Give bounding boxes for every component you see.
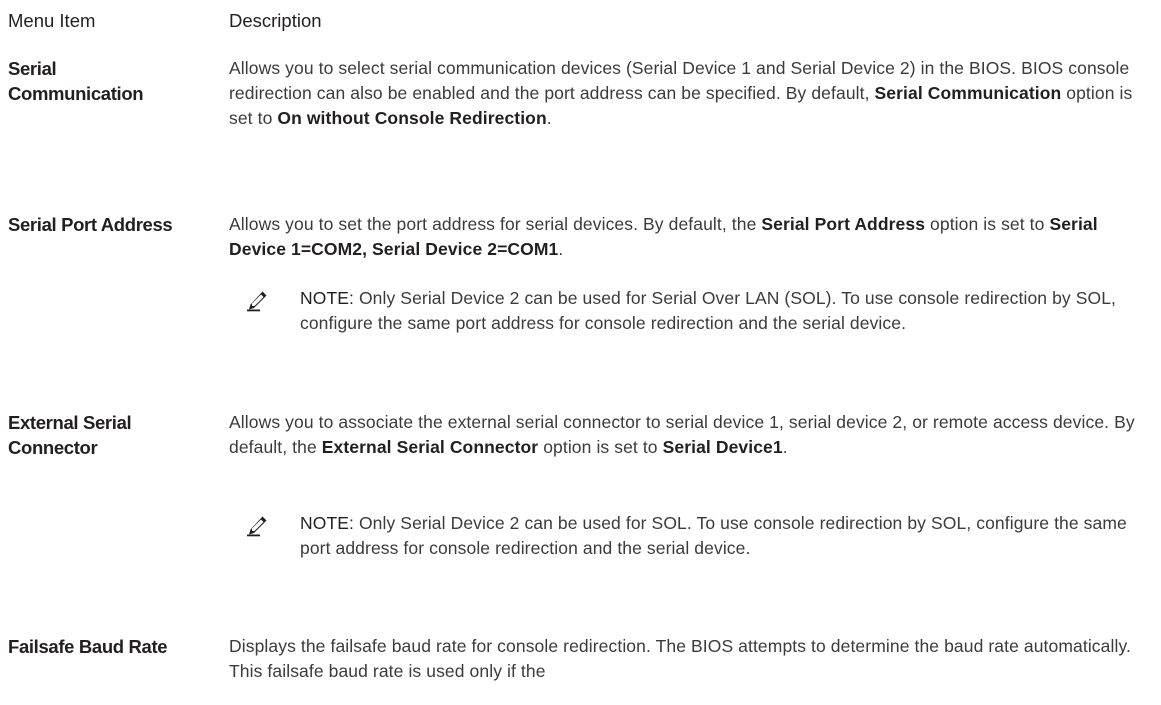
description-text: .: [782, 437, 788, 457]
column-header-description: Description: [229, 10, 322, 31]
bold-option-value: Serial Device1: [662, 437, 783, 457]
menu-item-serial-communication: Serial Communication: [8, 56, 223, 106]
menu-item-label-line: Failsafe Baud Rate: [8, 636, 168, 657]
note-body: Only Serial Device 2 can be used for Ser…: [300, 288, 1117, 333]
menu-item-label-line: Communication: [8, 83, 144, 104]
description-text: Allows you to set the port address for s…: [229, 214, 762, 234]
description-text: .: [546, 108, 552, 128]
bold-option-value: On without Console Redirection: [277, 108, 547, 128]
description-external-serial-connector: Allows you to associate the external ser…: [229, 410, 1154, 460]
description-serial-communication: Allows you to select serial communicatio…: [229, 56, 1154, 131]
bold-option-name: Serial Communication: [874, 83, 1062, 103]
menu-item-label-line: Serial Port Address: [8, 214, 173, 235]
description-text: option is set to: [538, 437, 663, 457]
bold-option-name: External Serial Connector: [321, 437, 539, 457]
menu-item-serial-port-address: Serial Port Address: [8, 212, 223, 237]
note-label: NOTE:: [300, 513, 354, 533]
note-body: Only Serial Device 2 can be used for SOL…: [300, 513, 1127, 558]
description-serial-port-address: Allows you to set the port address for s…: [229, 212, 1154, 262]
description-failsafe-baud-rate: Displays the failsafe baud rate for cons…: [229, 634, 1154, 684]
menu-item-label-line: External Serial: [8, 412, 132, 433]
pencil-note-icon: [247, 291, 267, 312]
menu-item-failsafe-baud-rate: Failsafe Baud Rate: [8, 634, 223, 659]
description-text: option is set to: [925, 214, 1050, 234]
note-text: NOTE: Only Serial Device 2 can be used f…: [300, 286, 1155, 336]
column-header-menu-item: Menu Item: [8, 10, 96, 31]
bold-option-name: Serial Port Address: [761, 214, 926, 234]
menu-item-external-serial-connector: External Serial Connector: [8, 410, 223, 460]
menu-item-label-line: Connector: [8, 437, 98, 458]
pencil-note-icon: [247, 516, 267, 537]
description-text: .: [558, 239, 564, 259]
description-text: Displays the failsafe baud rate for cons…: [229, 636, 1131, 681]
menu-item-label-line: Serial: [8, 58, 57, 79]
note-text: NOTE: Only Serial Device 2 can be used f…: [300, 511, 1155, 561]
note-label: NOTE:: [300, 288, 354, 308]
